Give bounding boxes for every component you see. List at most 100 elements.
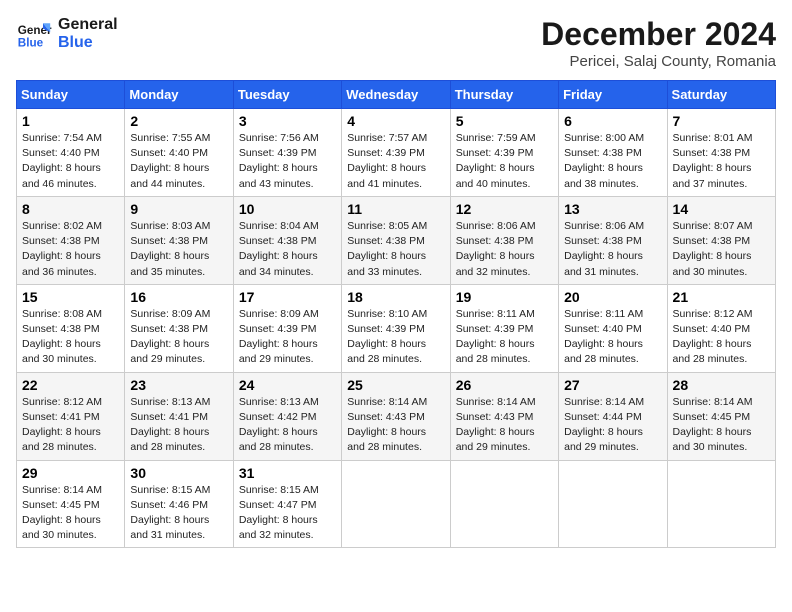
day-info: Sunrise: 8:12 AM Sunset: 4:40 PM Dayligh…: [673, 307, 770, 368]
sunrise-label: Sunrise:: [673, 220, 714, 232]
calendar-cell: 21 Sunrise: 8:12 AM Sunset: 4:40 PM Dayl…: [667, 284, 775, 372]
sunset-value: 4:39 PM: [277, 323, 316, 335]
sunrise-label: Sunrise:: [347, 220, 388, 232]
daylight-label: Daylight: 8 hours and 38 minutes.: [564, 162, 643, 189]
sunrise-value: 8:09 AM: [172, 308, 211, 320]
sunrise-value: 8:14 AM: [606, 396, 645, 408]
day-info: Sunrise: 8:05 AM Sunset: 4:38 PM Dayligh…: [347, 219, 444, 280]
calendar-cell: 18 Sunrise: 8:10 AM Sunset: 4:39 PM Dayl…: [342, 284, 450, 372]
calendar-cell: 30 Sunrise: 8:15 AM Sunset: 4:46 PM Dayl…: [125, 460, 233, 548]
daylight-label: Daylight: 8 hours and 32 minutes.: [239, 514, 318, 541]
sunrise-label: Sunrise:: [239, 132, 280, 144]
calendar-cell: [342, 460, 450, 548]
logo-text-general: General: [58, 16, 118, 34]
day-info: Sunrise: 8:02 AM Sunset: 4:38 PM Dayligh…: [22, 219, 119, 280]
day-number: 22: [22, 377, 119, 393]
calendar-cell: 19 Sunrise: 8:11 AM Sunset: 4:39 PM Dayl…: [450, 284, 558, 372]
sunset-value: 4:39 PM: [494, 323, 533, 335]
sunrise-value: 8:14 AM: [714, 396, 753, 408]
sunrise-label: Sunrise:: [456, 132, 497, 144]
sunset-value: 4:43 PM: [494, 411, 533, 423]
day-info: Sunrise: 8:14 AM Sunset: 4:43 PM Dayligh…: [347, 395, 444, 456]
sunset-value: 4:40 PM: [711, 323, 750, 335]
day-info: Sunrise: 7:59 AM Sunset: 4:39 PM Dayligh…: [456, 131, 553, 192]
calendar-cell: [667, 460, 775, 548]
sunrise-value: 8:01 AM: [714, 132, 753, 144]
sunset-label: Sunset:: [130, 147, 169, 159]
sunset-value: 4:38 PM: [169, 323, 208, 335]
sunset-value: 4:41 PM: [61, 411, 100, 423]
day-info: Sunrise: 8:11 AM Sunset: 4:40 PM Dayligh…: [564, 307, 661, 368]
title-block: December 2024 Pericei, Salaj County, Rom…: [541, 16, 776, 70]
sunrise-label: Sunrise:: [239, 484, 280, 496]
day-number: 14: [673, 201, 770, 217]
daylight-label: Daylight: 8 hours and 44 minutes.: [130, 162, 209, 189]
sunrise-value: 8:08 AM: [63, 308, 102, 320]
sunset-label: Sunset:: [22, 499, 61, 511]
day-info: Sunrise: 8:01 AM Sunset: 4:38 PM Dayligh…: [673, 131, 770, 192]
day-number: 12: [456, 201, 553, 217]
calendar-week-row: 15 Sunrise: 8:08 AM Sunset: 4:38 PM Dayl…: [17, 284, 776, 372]
sunset-value: 4:47 PM: [277, 499, 316, 511]
sunset-label: Sunset:: [564, 235, 603, 247]
sunset-value: 4:38 PM: [169, 235, 208, 247]
sunset-label: Sunset:: [239, 499, 278, 511]
sunrise-label: Sunrise:: [564, 132, 605, 144]
calendar-week-row: 29 Sunrise: 8:14 AM Sunset: 4:45 PM Dayl…: [17, 460, 776, 548]
sunrise-label: Sunrise:: [22, 308, 63, 320]
sunset-value: 4:41 PM: [169, 411, 208, 423]
sunset-value: 4:40 PM: [603, 323, 642, 335]
sunrise-label: Sunrise:: [130, 396, 171, 408]
daylight-label: Daylight: 8 hours and 43 minutes.: [239, 162, 318, 189]
calendar-week-row: 8 Sunrise: 8:02 AM Sunset: 4:38 PM Dayli…: [17, 196, 776, 284]
sunset-value: 4:39 PM: [277, 147, 316, 159]
day-number: 21: [673, 289, 770, 305]
daylight-label: Daylight: 8 hours and 37 minutes.: [673, 162, 752, 189]
sunrise-value: 8:12 AM: [63, 396, 102, 408]
day-info: Sunrise: 7:56 AM Sunset: 4:39 PM Dayligh…: [239, 131, 336, 192]
month-title: December 2024: [541, 16, 776, 53]
daylight-label: Daylight: 8 hours and 28 minutes.: [456, 338, 535, 365]
sunrise-label: Sunrise:: [22, 220, 63, 232]
day-info: Sunrise: 8:13 AM Sunset: 4:41 PM Dayligh…: [130, 395, 227, 456]
sunset-label: Sunset:: [456, 323, 495, 335]
sunrise-label: Sunrise:: [456, 396, 497, 408]
calendar-cell: 16 Sunrise: 8:09 AM Sunset: 4:38 PM Dayl…: [125, 284, 233, 372]
day-number: 26: [456, 377, 553, 393]
day-info: Sunrise: 8:04 AM Sunset: 4:38 PM Dayligh…: [239, 219, 336, 280]
sunset-label: Sunset:: [673, 147, 712, 159]
calendar-cell: 6 Sunrise: 8:00 AM Sunset: 4:38 PM Dayli…: [559, 109, 667, 197]
calendar-cell: 31 Sunrise: 8:15 AM Sunset: 4:47 PM Dayl…: [233, 460, 341, 548]
day-number: 4: [347, 113, 444, 129]
sunrise-value: 8:11 AM: [497, 308, 535, 320]
calendar-cell: 23 Sunrise: 8:13 AM Sunset: 4:41 PM Dayl…: [125, 372, 233, 460]
day-info: Sunrise: 8:14 AM Sunset: 4:43 PM Dayligh…: [456, 395, 553, 456]
day-info: Sunrise: 8:10 AM Sunset: 4:39 PM Dayligh…: [347, 307, 444, 368]
sunset-label: Sunset:: [22, 411, 61, 423]
sunrise-value: 8:00 AM: [606, 132, 645, 144]
sunrise-value: 8:15 AM: [172, 484, 211, 496]
calendar-cell: 1 Sunrise: 7:54 AM Sunset: 4:40 PM Dayli…: [17, 109, 125, 197]
calendar-table: SundayMondayTuesdayWednesdayThursdayFrid…: [16, 80, 776, 548]
sunset-value: 4:42 PM: [277, 411, 316, 423]
daylight-label: Daylight: 8 hours and 46 minutes.: [22, 162, 101, 189]
sunset-label: Sunset:: [22, 147, 61, 159]
daylight-label: Daylight: 8 hours and 36 minutes.: [22, 250, 101, 277]
sunrise-value: 7:54 AM: [63, 132, 102, 144]
sunrise-label: Sunrise:: [673, 132, 714, 144]
sunset-label: Sunset:: [22, 235, 61, 247]
sunrise-value: 8:14 AM: [497, 396, 536, 408]
day-info: Sunrise: 8:14 AM Sunset: 4:44 PM Dayligh…: [564, 395, 661, 456]
calendar-cell: 24 Sunrise: 8:13 AM Sunset: 4:42 PM Dayl…: [233, 372, 341, 460]
day-info: Sunrise: 8:15 AM Sunset: 4:47 PM Dayligh…: [239, 483, 336, 544]
day-info: Sunrise: 7:55 AM Sunset: 4:40 PM Dayligh…: [130, 131, 227, 192]
sunrise-value: 8:14 AM: [389, 396, 428, 408]
daylight-label: Daylight: 8 hours and 35 minutes.: [130, 250, 209, 277]
daylight-label: Daylight: 8 hours and 28 minutes.: [22, 426, 101, 453]
day-number: 24: [239, 377, 336, 393]
calendar-cell: 26 Sunrise: 8:14 AM Sunset: 4:43 PM Dayl…: [450, 372, 558, 460]
sunset-value: 4:46 PM: [169, 499, 208, 511]
day-info: Sunrise: 8:03 AM Sunset: 4:38 PM Dayligh…: [130, 219, 227, 280]
sunrise-label: Sunrise:: [22, 484, 63, 496]
daylight-label: Daylight: 8 hours and 34 minutes.: [239, 250, 318, 277]
